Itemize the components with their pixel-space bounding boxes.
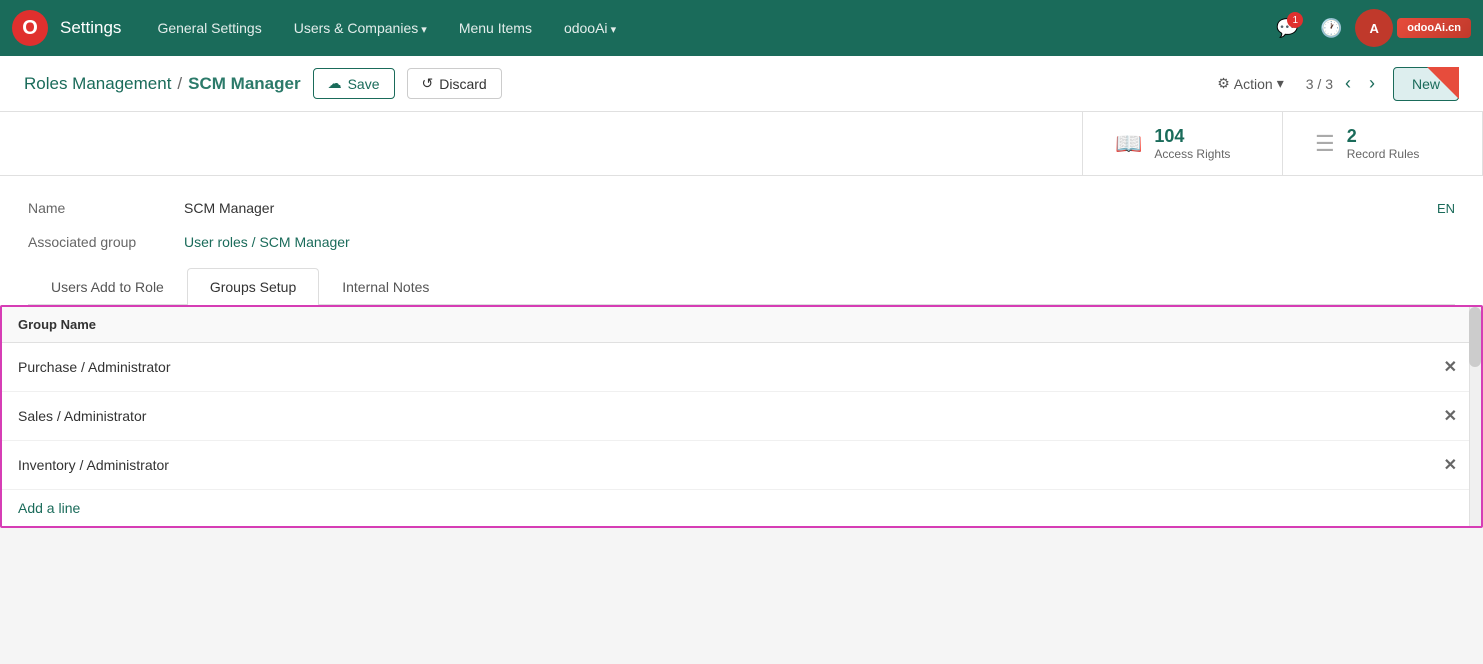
table-row: Purchase / Administrator ✕ <box>2 343 1481 392</box>
tabs: Users Add to Role Groups Setup Internal … <box>28 268 1455 305</box>
tab-users[interactable]: Users Add to Role <box>28 268 187 305</box>
stats-spacer <box>0 112 1083 175</box>
access-rights-icon: 📖 <box>1115 131 1142 157</box>
scrollbar-thumb[interactable] <box>1469 307 1481 367</box>
odooai-badge[interactable]: odooAi.cn <box>1397 18 1471 38</box>
group-value[interactable]: User roles / SCM Manager <box>184 234 350 250</box>
breadcrumb-separator: / <box>177 74 182 94</box>
group-row: Associated group User roles / SCM Manage… <box>28 234 1455 250</box>
save-icon: ☁ <box>328 75 342 92</box>
record-rules-stat[interactable]: ☰ 2 Record Rules <box>1283 112 1483 175</box>
app-logo[interactable]: O <box>12 10 48 46</box>
clock-button[interactable]: 🕐 <box>1311 8 1351 48</box>
discard-icon: ↺ <box>422 75 434 92</box>
delete-inventory-button[interactable]: ✕ <box>1436 453 1465 477</box>
main-content: Name SCM Manager EN Associated group Use… <box>0 176 1483 528</box>
group-name-inventory: Inventory / Administrator <box>18 457 1436 473</box>
delete-purchase-button[interactable]: ✕ <box>1436 355 1465 379</box>
breadcrumb-parent[interactable]: Roles Management <box>24 74 171 94</box>
delete-sales-button[interactable]: ✕ <box>1436 404 1465 428</box>
tab-notes[interactable]: Internal Notes <box>319 268 452 305</box>
breadcrumb: Roles Management / SCM Manager <box>24 74 301 94</box>
pager-next[interactable]: › <box>1363 71 1381 96</box>
add-line-button[interactable]: Add a line <box>2 490 1481 526</box>
chat-badge: 1 <box>1287 12 1303 28</box>
tab-groups[interactable]: Groups Setup <box>187 268 319 305</box>
pager-prev[interactable]: ‹ <box>1339 71 1357 96</box>
name-row: Name SCM Manager EN <box>28 200 1455 216</box>
group-label: Associated group <box>28 234 168 250</box>
access-rights-label: Access Rights <box>1154 147 1230 161</box>
record-rules-label: Record Rules <box>1347 147 1420 161</box>
gear-icon: ⚙ <box>1217 75 1230 92</box>
table-header: Group Name <box>2 307 1481 343</box>
topnav: O Settings General Settings Users & Comp… <box>0 0 1483 56</box>
record-rules-count: 2 <box>1347 126 1420 147</box>
table-row: Sales / Administrator ✕ <box>2 392 1481 441</box>
pager: 3 / 3 ‹ › <box>1306 71 1381 96</box>
groups-table: Group Name Purchase / Administrator ✕ Sa… <box>0 305 1483 528</box>
breadcrumb-current: SCM Manager <box>188 74 300 94</box>
nav-odooai[interactable]: odooAi <box>550 12 630 44</box>
name-label: Name <box>28 200 168 216</box>
access-rights-stat[interactable]: 📖 104 Access Rights <box>1083 112 1283 175</box>
nav-menu-items[interactable]: Menu Items <box>445 12 546 44</box>
record-rules-icon: ☰ <box>1315 131 1335 157</box>
avatar[interactable]: A <box>1355 9 1393 47</box>
nav-users-companies[interactable]: Users & Companies <box>280 12 441 44</box>
group-name-sales: Sales / Administrator <box>18 408 1436 424</box>
access-rights-count: 104 <box>1154 126 1230 147</box>
toolbar: Roles Management / SCM Manager ☁ Save ↺ … <box>0 56 1483 112</box>
new-button-wrapper: New <box>1393 67 1459 101</box>
app-name: Settings <box>60 18 121 38</box>
save-button[interactable]: ☁ Save <box>313 68 395 99</box>
table-row: Inventory / Administrator ✕ <box>2 441 1481 490</box>
name-value: SCM Manager <box>184 200 274 216</box>
action-menu[interactable]: ⚙ Action ▾ <box>1207 69 1294 98</box>
discard-button[interactable]: ↺ Discard <box>407 68 502 99</box>
group-name-purchase: Purchase / Administrator <box>18 359 1436 375</box>
pager-text: 3 / 3 <box>1306 76 1333 92</box>
new-corner-decoration <box>1427 67 1459 99</box>
topnav-icons: 💬 1 🕐 A odooAi.cn <box>1267 8 1471 48</box>
chevron-down-icon: ▾ <box>1277 75 1284 92</box>
lang-badge[interactable]: EN <box>1437 201 1455 216</box>
nav-general-settings[interactable]: General Settings <box>143 12 275 44</box>
stats-bar: 📖 104 Access Rights ☰ 2 Record Rules <box>0 112 1483 176</box>
chat-button[interactable]: 💬 1 <box>1267 8 1307 48</box>
scrollbar-track[interactable] <box>1469 307 1481 526</box>
